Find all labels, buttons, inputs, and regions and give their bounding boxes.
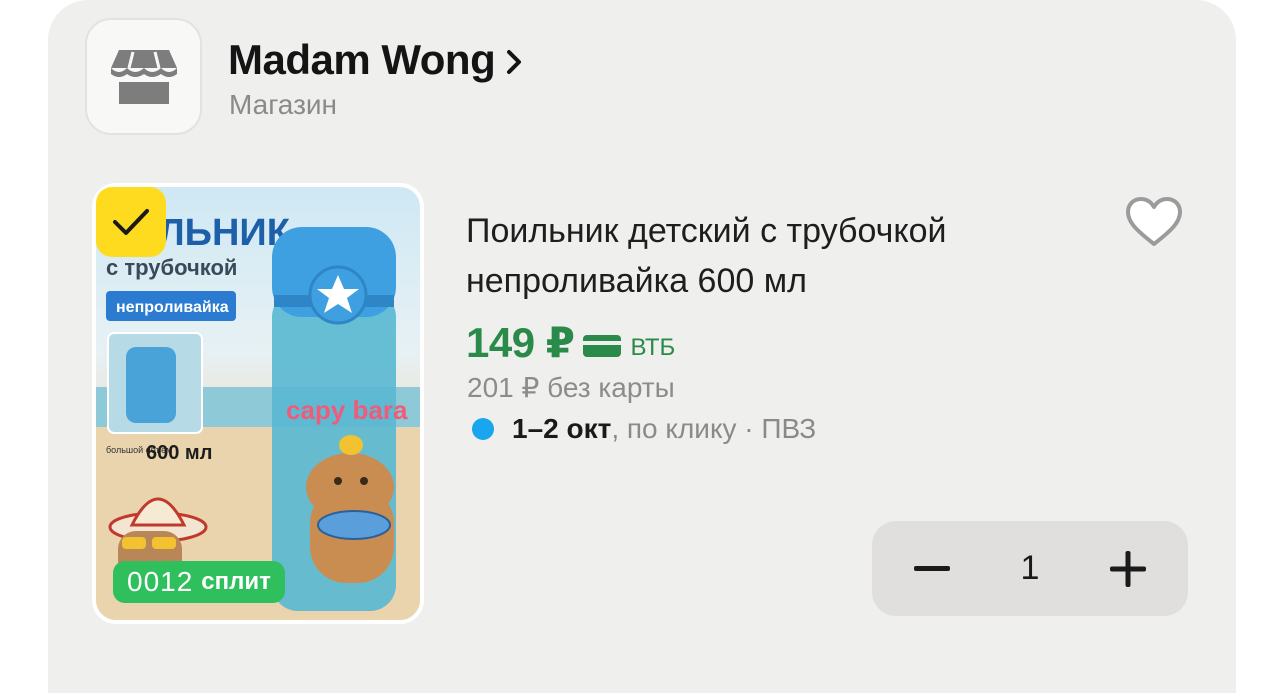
price-with-card: 149 ₽	[466, 319, 575, 366]
image-tag: непроливайка	[116, 299, 229, 316]
shop-logo[interactable]	[85, 18, 202, 135]
bank-name: ВТБ	[630, 333, 676, 361]
image-volume: 600 мл	[146, 442, 212, 464]
quantity-value: 1	[1020, 549, 1040, 587]
minus-icon	[914, 565, 950, 571]
select-checkbox[interactable]	[96, 187, 166, 257]
delivery-info: 1–2 окт , по клику · ПВЗ	[472, 413, 816, 445]
shop-name: Madam Wong	[228, 36, 496, 83]
split-amount: 0012	[127, 566, 194, 597]
image-headline: ЛЬНИК	[158, 212, 291, 254]
chevron-right-icon	[505, 49, 523, 75]
bank-card-icon	[582, 333, 622, 359]
product-title[interactable]: Поильник детский с трубочкой непроливайк…	[466, 206, 1086, 306]
delivery-date: 1–2 окт	[512, 413, 612, 444]
shop-type-label: Магазин	[229, 89, 338, 120]
delivery-note: , по клику · ПВЗ	[611, 413, 817, 444]
image-bottle-text: capy bara	[286, 395, 408, 425]
shop-link[interactable]: Madam Wong	[228, 36, 523, 84]
checkmark-icon	[113, 209, 149, 235]
quantity-stepper: 1	[872, 521, 1188, 616]
price-row: 149 ₽ ВТБ	[466, 318, 675, 367]
price-without-card: 201 ₽ без карты	[467, 372, 675, 403]
plus-icon	[1109, 550, 1146, 587]
decrease-button[interactable]	[910, 547, 954, 591]
split-badge: 0012 сплит	[113, 561, 285, 603]
favorite-button[interactable]	[1124, 196, 1184, 250]
heart-icon	[1126, 197, 1182, 246]
increase-button[interactable]	[1106, 547, 1150, 591]
image-subline: с трубочкой	[106, 255, 237, 280]
split-label: сплит	[201, 568, 271, 595]
delivery-status-dot	[472, 418, 494, 440]
storefront-icon	[110, 49, 177, 104]
